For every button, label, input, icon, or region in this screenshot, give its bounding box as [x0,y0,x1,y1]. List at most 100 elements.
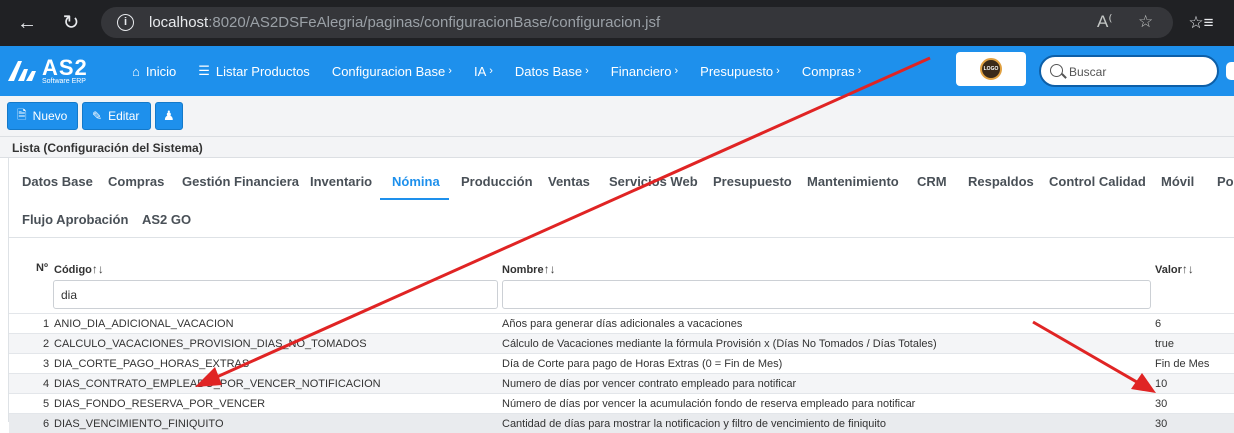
row-number: 5 [43,398,50,410]
menu-item-ia[interactable]: IA › [474,64,493,79]
row-number: 3 [43,358,50,370]
browser-toolbar: ← ↻ i localhost:8020/AS2DSFeAlegria/pagi… [0,0,1234,46]
cell-codigo: DIAS_CONTRATO_EMPLEADO_POR_VENCER_NOTIFI… [54,378,381,390]
pencil-icon: ✎ [92,109,103,123]
user-settings-button[interactable]: ♟ [155,102,183,130]
menu-item-presupuesto[interactable]: Presupuesto › [700,64,780,79]
header-codigo[interactable]: Código↑↓ [54,262,104,276]
menu-item-inicio[interactable]: ⌂ Inicio [132,64,176,79]
reload-icon[interactable]: ↻ [58,10,84,36]
codigo-filter-input[interactable] [53,280,498,309]
tab-mantenimiento[interactable]: Mantenimiento [807,174,899,189]
sort-icon[interactable]: ↑↓ [92,262,104,276]
tab-control-calidad[interactable]: Control Calidad [1049,174,1146,189]
tab-presupuesto[interactable]: Presupuesto [713,174,792,189]
menu-item-financiero[interactable]: Financiero › [611,64,678,79]
tab-móvil[interactable]: Móvil [1161,174,1194,189]
favorites-icon[interactable]: ☆≡ [1188,10,1214,36]
nuevo-label: Nuevo [32,109,68,123]
main-menu: ⌂ Inicio ☰ Listar Productos Configuracion Ba… [132,46,883,96]
nombre-filter-input[interactable] [502,280,1151,309]
tab-servicios-web[interactable]: Servicios Web [609,174,698,189]
chevron-right-icon: › [448,65,452,77]
config-tabs: Datos Base Compras Gestión Financiera Inven… [8,158,1234,238]
cell-nombre: Cálculo de Vacaciones mediante la fórmul… [502,338,937,350]
cell-valor: 10 [1155,378,1168,390]
tab-inventario[interactable]: Inventario [310,174,372,189]
url-text[interactable]: localhost:8020/AS2DSFeAlegria/paginas/co… [149,14,660,31]
menu-item-label: Financiero [610,63,672,79]
tab-compras[interactable]: Compras [108,174,164,189]
table-row[interactable]: 3 DIA_CORTE_PAGO_HORAS_EXTRAS Día de Corte… [9,353,1234,373]
header-nombre[interactable]: Nombre↑↓ [502,262,556,276]
cell-valor: Fin de Mes [1155,358,1210,370]
header-num: Nº [36,262,48,274]
menu-item-label: Listar Productos [215,63,310,79]
site-info-icon[interactable]: i [117,14,134,31]
search-input[interactable] [1069,62,1209,82]
active-tab-indicator [380,198,449,200]
tab-as2-go[interactable]: AS2 GO [142,212,191,227]
sort-icon[interactable]: ↑↓ [1182,262,1194,276]
tab-respaldos[interactable]: Respaldos [968,174,1034,189]
menu-item-label: IA [473,63,487,79]
tab-pos[interactable]: Pos [1217,174,1234,189]
sort-icon[interactable]: ↑↓ [544,262,556,276]
chevron-right-icon: › [776,65,780,77]
back-arrow-icon[interactable]: ← [14,10,40,36]
menu-item-datos-base[interactable]: Datos Base › [515,64,589,79]
cell-nombre: Día de Corte para pago de Horas Extras (… [502,358,783,370]
home-icon: ⌂ [132,63,140,79]
chevron-right-icon: › [585,65,589,77]
row-number: 1 [43,318,50,330]
address-bar[interactable]: i localhost:8020/AS2DSFeAlegria/paginas/… [101,7,1173,38]
table-row[interactable]: 4 DIAS_CONTRATO_EMPLEADO_POR_VENCER_NOTIF… [9,373,1234,393]
user-icon[interactable] [1226,62,1234,80]
cell-nombre: Numero de días por vencer contrato emple… [502,378,797,390]
table-row[interactable]: 2 CALCULO_VACACIONES_PROVISION_DIAS_NO_TO… [9,333,1234,353]
header-valor[interactable]: Valor↑↓ [1155,262,1194,276]
tab-crm[interactable]: CRM [917,174,947,189]
cell-codigo: DIA_CORTE_PAGO_HORAS_EXTRAS [54,358,250,370]
url-path: :8020/AS2DSFeAlegria/paginas/configuraci… [208,14,661,31]
favorite-star-icon[interactable]: ☆ [1138,12,1153,32]
cell-codigo: ANIO_DIA_ADICIONAL_VACACION [54,318,234,330]
editar-button[interactable]: ✎ Editar [82,102,151,130]
chevron-right-icon: › [857,65,862,77]
menu-item-compras[interactable]: Compras › [802,64,861,79]
user-tie-icon: ♟ [163,108,175,123]
company-logo-box[interactable]: LOGO [956,52,1026,86]
row-number: 4 [43,378,50,390]
config-table: Nº Código↑↓ Nombre↑↓ Valor↑↓ 1ANIO_DIA_A… [8,238,1234,433]
app-navbar: AS2 Software ERP ⌂ Inicio ☰ Listar Producto… [0,46,1234,96]
table-row[interactable]: 6 DIAS_VENCIMIENTO_FINIQUITO Cantidad de d… [9,413,1234,433]
search-box[interactable] [1039,55,1219,87]
table-row[interactable]: 5 DIAS_FONDO_RESERVA_POR_VENCER Número de … [9,393,1234,413]
url-host: localhost [149,14,209,31]
nuevo-button[interactable]: 🗎 Nuevo [7,102,78,130]
tab-nómina[interactable]: Nómina [392,174,440,189]
app-logo[interactable]: AS2 Software ERP [6,55,96,87]
cell-codigo: DIAS_FONDO_RESERVA_POR_VENCER [54,398,266,410]
menu-item-label: Configuracion Base [331,63,446,79]
tab-gestión-financiera[interactable]: Gestión Financiera [182,174,299,189]
chevron-right-icon: › [489,65,493,77]
logo-mark-icon [8,61,36,81]
menu-item-configuracion-base[interactable]: Configuracion Base › [332,64,452,79]
tab-producción[interactable]: Producción [461,174,533,189]
chevron-right-icon: › [674,65,679,77]
editar-label: Editar [108,109,140,123]
row-number: 6 [43,418,50,430]
tab-ventas[interactable]: Ventas [548,174,590,189]
header-nombre-label: Nombre [502,264,544,276]
menu-item-listar-productos[interactable]: ☰ Listar Productos [198,63,310,79]
tab-datos-base[interactable]: Datos Base [22,174,93,189]
read-aloud-icon[interactable]: A⁽ [1097,12,1113,32]
menu-item-label: Presupuesto [700,63,774,79]
header-codigo-label: Código [54,264,92,276]
cell-valor: 30 [1155,418,1168,430]
cell-valor: 30 [1155,398,1168,410]
table-row[interactable]: 1 ANIO_DIA_ADICIONAL_VACACION Años para ge… [9,313,1234,333]
header-valor-label: Valor [1155,264,1182,276]
tab-flujo-aprobación[interactable]: Flujo Aprobación [22,212,128,227]
